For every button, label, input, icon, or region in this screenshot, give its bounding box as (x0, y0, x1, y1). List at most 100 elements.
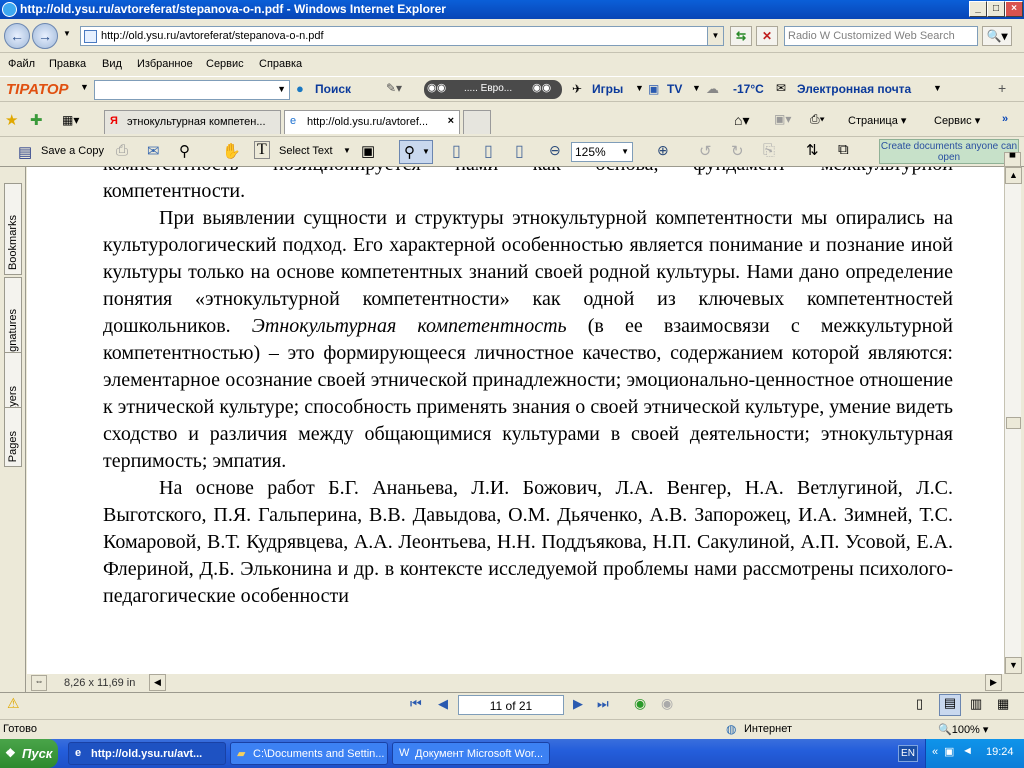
page-number-input[interactable]: 11 of 21 (458, 695, 564, 715)
task-explorer[interactable]: ▰ C:\Documents and Settin... (230, 742, 388, 765)
copy-icon[interactable]: ⎘ (763, 142, 775, 159)
single-page-icon[interactable]: ▯ (916, 696, 923, 712)
export-icon[interactable]: ⇅ (806, 141, 819, 159)
tab-pdf[interactable]: e http://old.ysu.ru/avtoref... × (284, 110, 460, 134)
quick-tabs-icon[interactable]: ▦▾ (62, 113, 79, 127)
vertical-scrollbar[interactable]: ▲ ▼ (1004, 167, 1022, 674)
rotate-right-icon[interactable]: ↻ (731, 142, 744, 160)
close-tab-icon[interactable]: × (448, 115, 454, 127)
tab-yandex[interactable]: Я этнокультурная компетен... (104, 110, 281, 134)
start-button[interactable]: ❖ Пуск (0, 739, 58, 768)
add-favorite-icon[interactable]: ✚ (30, 111, 43, 129)
maximize-button[interactable]: □ (987, 1, 1005, 17)
stop-button[interactable]: ✕ (756, 26, 778, 46)
scroll-right-icon[interactable]: ▶ (985, 674, 1002, 691)
clock[interactable]: 19:24 (986, 746, 1014, 758)
task-word[interactable]: W Документ Microsoft Wor... (392, 742, 550, 765)
find-icon[interactable]: ⚲ (179, 142, 190, 160)
menu-view[interactable]: Вид (102, 58, 122, 70)
menu-tools[interactable]: Сервис (206, 58, 244, 70)
volume-icon[interactable]: ◉◉ (532, 81, 551, 94)
network-icon[interactable]: ▣ (944, 745, 954, 758)
expand-icon[interactable]: ⇔ (31, 675, 47, 691)
add-toolbar-icon[interactable]: + (998, 80, 1006, 96)
print-icon[interactable]: ⎙▾ (810, 112, 825, 127)
play-icon[interactable]: ◉◉ (427, 81, 446, 94)
address-dropdown-icon[interactable]: ▼ (707, 27, 723, 45)
pdf-document-view[interactable]: компетентность позиционируется нами как … (27, 167, 1004, 674)
zoom-level[interactable]: 🔍100% ▾ (938, 723, 988, 736)
chevron-down-icon[interactable]: ▼ (692, 83, 701, 93)
page-menu[interactable]: Страница ▾ (848, 114, 906, 127)
hand-tool-icon[interactable]: ✋ (222, 142, 241, 160)
continuous-facing-icon[interactable]: ▦ (997, 696, 1009, 712)
save-copy-button[interactable]: Save a Copy (41, 145, 104, 157)
task-ie[interactable]: e http://old.ysu.ru/avt... (68, 742, 226, 765)
zoom-in-icon[interactable]: ⊕ (657, 142, 669, 159)
search-go-button[interactable]: 🔍▾ (982, 26, 1012, 46)
fit-width-icon[interactable]: ▯ (515, 141, 524, 161)
fit-page-icon[interactable]: ▯ (484, 141, 493, 161)
next-page-icon[interactable]: ▶ (573, 696, 583, 712)
close-button[interactable]: × (1005, 1, 1023, 17)
menu-help[interactable]: Справка (259, 58, 302, 70)
forward-button[interactable]: → (32, 23, 58, 49)
zoom-out-icon[interactable]: ⊖ (549, 142, 561, 159)
previous-view-icon[interactable]: ◉ (634, 695, 646, 712)
email-icon[interactable]: ✉ (147, 142, 160, 160)
last-page-icon[interactable]: ⏭ (597, 696, 609, 712)
facing-icon[interactable]: ▥ (970, 696, 982, 712)
radio-player[interactable]: ◉◉ ..... Евро... ◉◉ (424, 80, 562, 99)
first-page-icon[interactable]: ⏮ (410, 696, 422, 712)
tab-pages[interactable]: Pages (4, 407, 22, 467)
tab-bookmarks[interactable]: Bookmarks (4, 183, 22, 275)
history-dropdown-icon[interactable]: ▼ (60, 28, 74, 42)
tiptop-search-input[interactable]: ▼ (94, 80, 290, 100)
back-button[interactable]: ← (4, 23, 30, 49)
scroll-left-icon[interactable]: ◀ (149, 674, 166, 691)
tiptop-search-button[interactable]: Поиск (315, 82, 351, 96)
weather-label[interactable]: -17°C (733, 82, 764, 96)
tools-menu[interactable]: Сервис ▾ (934, 114, 980, 127)
search-input[interactable]: Radio W Customized Web Search (784, 26, 978, 46)
volume-icon[interactable]: ◄ (962, 745, 973, 757)
scroll-down-icon[interactable]: ▼ (1005, 657, 1022, 674)
scroll-thumb[interactable] (1006, 417, 1021, 429)
zoom-tool-button[interactable]: ⚲ ▼ (399, 140, 433, 164)
chevron-down-icon[interactable]: ▼ (343, 146, 351, 155)
highlight-icon[interactable]: ✎▾ (386, 81, 402, 95)
minimize-button[interactable]: _ (969, 1, 987, 17)
menu-favorites[interactable]: Избранное (137, 58, 193, 70)
next-view-icon[interactable]: ◉ (661, 695, 673, 712)
tv-button[interactable]: TV (667, 82, 682, 96)
favorites-star-icon[interactable]: ★ (5, 111, 18, 129)
home-icon[interactable]: ⌂▾ (734, 112, 749, 129)
snapshot-icon[interactable]: ▣ (361, 142, 375, 160)
address-field[interactable]: http://old.ysu.ru/avtoreferat/stepanova-… (80, 26, 724, 46)
tray-expand-icon[interactable]: « (932, 746, 938, 758)
previous-page-icon[interactable]: ◀ (438, 696, 448, 712)
horizontal-scrollbar[interactable]: ⇔ 8,26 x 11,69 in ◀ ▶ (27, 674, 1004, 692)
refresh-button[interactable]: ⇆ (730, 26, 752, 46)
mail-button[interactable]: Электронная почта (797, 82, 911, 96)
print-icon[interactable]: ⎙ (116, 142, 128, 159)
games-button[interactable]: Игры (592, 82, 623, 96)
feeds-icon[interactable]: ▣▾ (774, 112, 791, 126)
new-tab-button[interactable] (463, 110, 491, 134)
chevron-down-icon[interactable]: ▼ (933, 83, 942, 93)
tiptop-dropdown-icon[interactable]: ▼ (80, 82, 89, 92)
create-documents-button[interactable]: Create documents anyone can open (879, 139, 1019, 164)
more-commands-icon[interactable]: » (1002, 113, 1008, 125)
actual-size-icon[interactable]: ▯ (452, 141, 461, 161)
menu-file[interactable]: Файл (8, 58, 35, 70)
continuous-icon[interactable]: ▤ (939, 694, 961, 716)
select-text-button[interactable]: Select Text (279, 145, 333, 157)
pages-icon[interactable]: ⧉ (838, 141, 849, 158)
radio-station[interactable]: ..... Евро... (464, 83, 512, 94)
rotate-left-icon[interactable]: ↺ (699, 142, 712, 160)
language-indicator[interactable]: EN (898, 745, 918, 762)
zoom-select[interactable]: 125% ▼ (571, 142, 633, 162)
scroll-up-icon[interactable]: ▲ (1005, 167, 1022, 184)
menu-edit[interactable]: Правка (49, 58, 86, 70)
split-view-icon[interactable]: ▀ (1004, 152, 1021, 167)
